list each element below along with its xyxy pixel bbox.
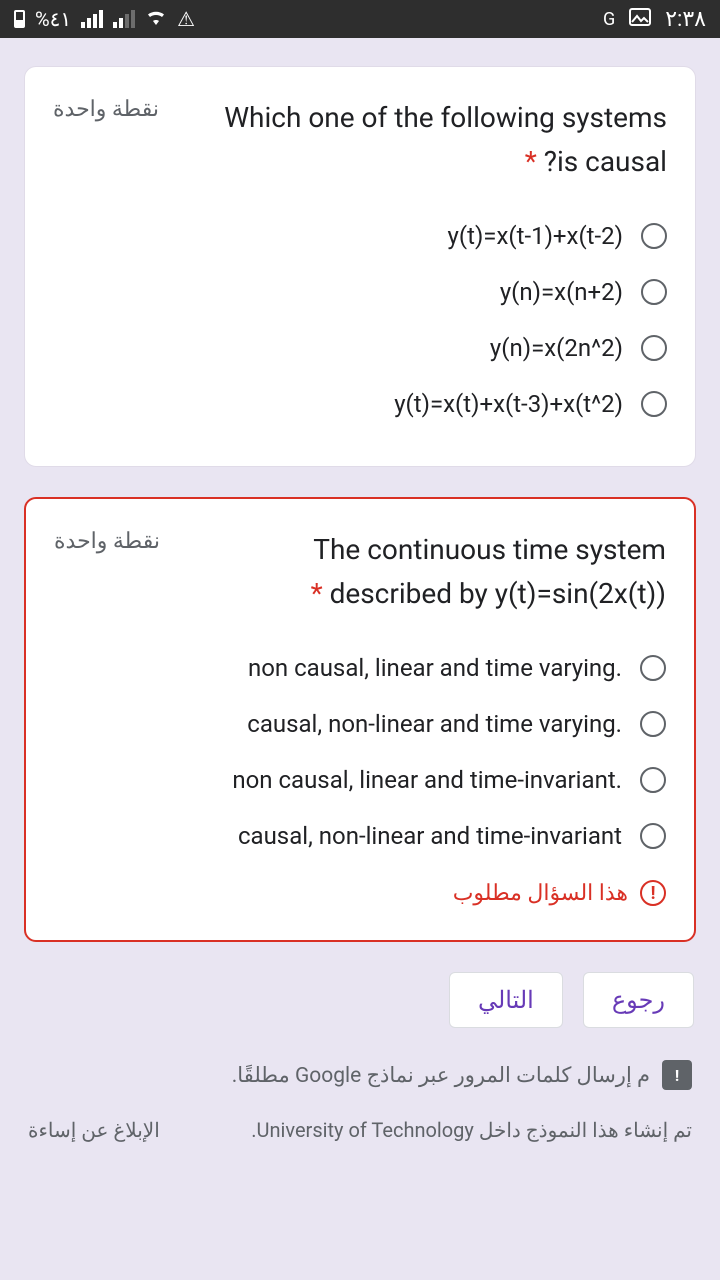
radio-icon[interactable] <box>640 655 666 681</box>
back-button[interactable]: رجوع <box>583 972 694 1028</box>
option-1-3[interactable]: y(n)=x(2n^2) <box>53 320 667 376</box>
error-icon: ! <box>640 880 666 906</box>
radio-icon[interactable] <box>641 279 667 305</box>
footer-report[interactable]: الإبلاغ عن إساءة <box>28 1118 160 1142</box>
nav-row: رجوع التالي <box>24 972 696 1028</box>
option-2-1[interactable]: non causal, linear and time varying. <box>54 640 666 696</box>
option-label: causal, non-linear and time varying. <box>247 710 622 738</box>
option-2-2[interactable]: causal, non-linear and time varying. <box>54 696 666 752</box>
option-2-4[interactable]: causal, non-linear and time-invariant <box>54 808 666 864</box>
battery-percent: %٤١ <box>35 7 71 31</box>
option-label: y(n)=x(n+2) <box>500 278 623 306</box>
warning-text: م إرسال كلمات المرور عبر نماذج Google مط… <box>232 1063 650 1088</box>
radio-icon[interactable] <box>641 391 667 417</box>
points-label: نقطة واحدة <box>53 97 159 122</box>
status-left: %٤١ ⚠ <box>14 7 195 31</box>
required-text: هذا السؤال مطلوب <box>453 881 628 906</box>
points-label: نقطة واحدة <box>54 529 160 554</box>
no-sim-icon: ⚠ <box>177 7 195 31</box>
footer-created: تم إنشاء هذا النموذج داخل University of … <box>251 1118 692 1142</box>
option-label: non causal, linear and time-invariant. <box>232 766 622 794</box>
status-right: G ٢:٣٨ <box>603 7 706 32</box>
option-2-3[interactable]: non causal, linear and time-invariant. <box>54 752 666 808</box>
question-text-line2: * ?is causal <box>525 145 667 178</box>
required-star: * <box>311 577 323 610</box>
warning-icon: ! <box>662 1060 692 1090</box>
required-star: * <box>525 145 537 178</box>
question-text-line2: * described by y(t)=sin(2x(t)) <box>311 577 666 610</box>
option-label: non causal, linear and time varying. <box>248 654 622 682</box>
question-text-line1: Which one of the following systems <box>224 97 667 139</box>
question-text-line1: The continuous time system <box>313 529 666 571</box>
battery-icon <box>14 10 25 28</box>
radio-icon[interactable] <box>640 767 666 793</box>
option-1-1[interactable]: y(t)=x(t-1)+x(t-2) <box>53 208 667 264</box>
clock: ٢:٣٨ <box>665 7 706 32</box>
radio-icon[interactable] <box>641 335 667 361</box>
option-1-2[interactable]: y(n)=x(n+2) <box>53 264 667 320</box>
gallery-icon <box>629 7 651 31</box>
radio-icon[interactable] <box>640 823 666 849</box>
password-warning: ! م إرسال كلمات المرور عبر نماذج Google … <box>24 1060 696 1090</box>
next-button[interactable]: التالي <box>449 972 563 1028</box>
option-label: y(n)=x(2n^2) <box>490 334 623 362</box>
radio-icon[interactable] <box>640 711 666 737</box>
footer: تم إنشاء هذا النموذج داخل University of … <box>24 1118 696 1142</box>
radio-icon[interactable] <box>641 223 667 249</box>
form-page: نقطة واحدة Which one of the following sy… <box>0 38 720 1142</box>
wifi-icon <box>145 7 167 31</box>
options-group-1: y(t)=x(t-1)+x(t-2) y(n)=x(n+2) y(n)=x(2n… <box>53 208 667 432</box>
signal-icon-1 <box>81 10 103 28</box>
required-error: ! هذا السؤال مطلوب <box>54 880 666 906</box>
option-label: causal, non-linear and time-invariant <box>238 822 622 850</box>
option-label: y(t)=x(t-1)+x(t-2) <box>448 222 623 250</box>
signal-icon-2 <box>113 10 135 28</box>
question-card-2: نقطة واحدة The continuous time system * … <box>24 497 696 942</box>
translate-icon: G <box>603 9 615 30</box>
option-label: y(t)=x(t)+x(t-3)+x(t^2) <box>394 390 623 418</box>
status-bar: %٤١ ⚠ G ٢:٣٨ <box>0 0 720 38</box>
option-1-4[interactable]: y(t)=x(t)+x(t-3)+x(t^2) <box>53 376 667 432</box>
question-card-1: نقطة واحدة Which one of the following sy… <box>24 66 696 467</box>
options-group-2: non causal, linear and time varying. cau… <box>54 640 666 864</box>
